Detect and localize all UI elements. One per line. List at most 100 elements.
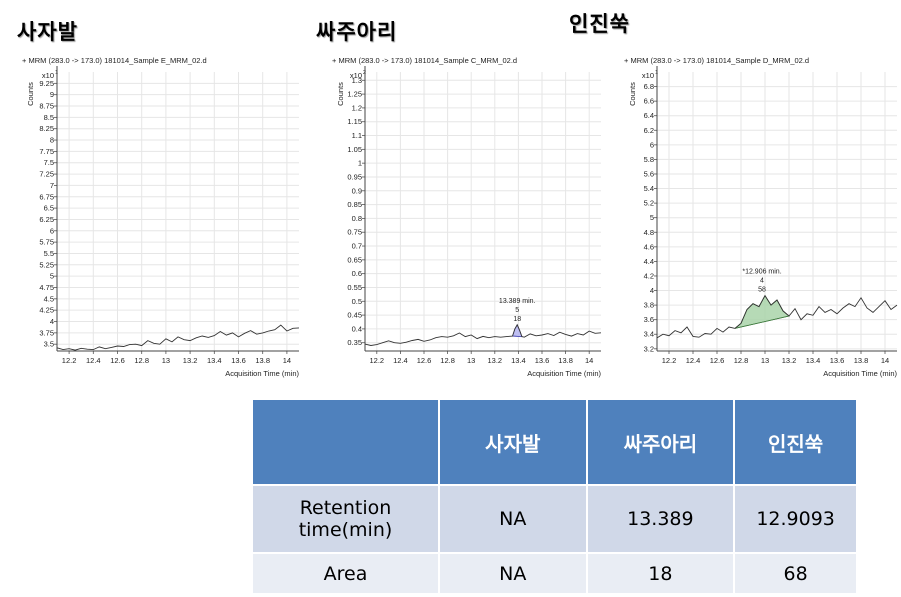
- row-label-area: Area: [250, 552, 441, 595]
- table-cell: 68: [733, 552, 858, 595]
- peak-baseline: [512, 335, 522, 338]
- y-tick-label: 0.85: [347, 200, 362, 209]
- y-tick-label: 6: [650, 140, 654, 149]
- y-tick-label: 3.75: [39, 328, 54, 337]
- row-label-line: Retention: [299, 497, 392, 519]
- header-cell-injinssuk: 인진쑥: [733, 398, 858, 486]
- y-tick-label: 7.5: [44, 158, 54, 167]
- chromatogram-svg: + MRM (283.0 -> 173.0) 181014_Sample E_M…: [22, 56, 299, 378]
- y-tick-label: 1.3: [352, 76, 362, 85]
- y-tick-label: 0.75: [347, 228, 362, 237]
- y-tick-label: 3.6: [644, 315, 654, 324]
- x-tick-label: 13: [467, 356, 475, 365]
- table-cell: NA: [438, 484, 588, 554]
- y-tick-label: 5.8: [644, 155, 654, 164]
- chromatogram-svg: + MRM (283.0 -> 173.0) 181014_Sample C_M…: [332, 56, 601, 378]
- chart-title: + MRM (283.0 -> 173.0) 181014_Sample D_M…: [624, 56, 809, 65]
- row-label-line: time(min): [298, 519, 393, 541]
- x-tick-label: 13.8: [854, 356, 869, 365]
- y-tick-label: 5.75: [39, 238, 54, 247]
- y-tick-label: 3.4: [644, 330, 654, 339]
- y-tick-label: 1.2: [352, 103, 362, 112]
- header-cell-sajabal: 사자발: [438, 398, 588, 486]
- table-row-area: Area NA 18 68: [250, 552, 858, 595]
- peak-area-label: 18: [513, 316, 521, 323]
- y-axis-label: Counts: [336, 82, 345, 106]
- y-tick-label: 8.25: [39, 124, 54, 133]
- y-tick-label: 8: [50, 136, 54, 145]
- y-tick-label: 1: [358, 159, 362, 168]
- x-tick-label: 13: [162, 356, 170, 365]
- table-cell: 18: [585, 552, 736, 595]
- y-tick-label: 4.2: [644, 271, 654, 280]
- x-tick-label: 12.8: [440, 356, 455, 365]
- y-tick-label: 4.5: [44, 294, 54, 303]
- y-tick-label: 5.25: [39, 260, 54, 269]
- table-cell: 13.389: [585, 484, 736, 554]
- y-tick-label: 6.2: [644, 126, 654, 135]
- x-tick-label: 13.8: [255, 356, 270, 365]
- y-tick-label: 4: [650, 286, 654, 295]
- y-tick-label: 6.5: [44, 204, 54, 213]
- y-tick-label: 7: [50, 181, 54, 190]
- x-tick-label: 13.4: [207, 356, 222, 365]
- y-scale-label: x10: [642, 71, 654, 80]
- x-tick-label: 12.6: [417, 356, 432, 365]
- y-tick-label: 6.25: [39, 215, 54, 224]
- table-cell: 12.9093: [733, 484, 858, 554]
- row-label-retention-time: Retention time(min): [250, 484, 441, 554]
- y-tick-label: 3.8: [644, 301, 654, 310]
- y-tick-label: 7.75: [39, 147, 54, 156]
- results-table: 사자발 싸주아리 인진쑥 Retention time(min) NA 13.3…: [250, 398, 858, 595]
- x-tick-label: 14: [881, 356, 889, 365]
- x-tick-label: 12.2: [62, 356, 77, 365]
- x-axis-label: Acquisition Time (min): [225, 369, 299, 378]
- y-tick-label: 9.25: [39, 79, 54, 88]
- table-header-row: 사자발 싸주아리 인진쑥: [250, 398, 858, 486]
- y-tick-label: 5.6: [644, 169, 654, 178]
- x-axis-label: Acquisition Time (min): [527, 369, 601, 378]
- x-tick-label: 12.6: [110, 356, 125, 365]
- y-tick-label: 4.8: [644, 228, 654, 237]
- x-tick-label: 12.4: [686, 356, 701, 365]
- peak-label-line2: 4: [760, 278, 764, 285]
- y-tick-label: 0.5: [352, 297, 362, 306]
- y-tick-label: 1.05: [347, 145, 362, 154]
- header-cell-ssajuari: 싸주아리: [585, 398, 736, 486]
- x-tick-label: 13.4: [806, 356, 821, 365]
- y-tick-label: 8.75: [39, 102, 54, 111]
- chart-title: + MRM (283.0 -> 173.0) 181014_Sample E_M…: [22, 56, 207, 65]
- table-cell: NA: [438, 552, 588, 595]
- x-tick-label: 12.4: [86, 356, 101, 365]
- y-tick-label: 1.25: [347, 90, 362, 99]
- x-tick-label: 12.8: [734, 356, 749, 365]
- peak-label-line2: 5: [515, 307, 519, 314]
- y-tick-label: 5.4: [644, 184, 654, 193]
- table-row-retention-time: Retention time(min) NA 13.389 12.9093: [250, 484, 858, 554]
- chromatogram-svg: + MRM (283.0 -> 173.0) 181014_Sample D_M…: [624, 56, 897, 378]
- y-tick-label: 1.15: [347, 117, 362, 126]
- y-tick-label: 9: [50, 90, 54, 99]
- y-tick-label: 6.6: [644, 97, 654, 106]
- y-tick-label: 0.55: [347, 283, 362, 292]
- x-tick-label: 13.2: [487, 356, 502, 365]
- y-tick-label: 3.5: [44, 340, 54, 349]
- y-tick-label: 3.2: [644, 344, 654, 353]
- y-tick-label: 6.4: [644, 111, 654, 120]
- y-tick-label: 1.1: [352, 131, 362, 140]
- y-tick-label: 5.2: [644, 199, 654, 208]
- y-tick-label: 0.8: [352, 214, 362, 223]
- chromatogram-sample-d: + MRM (283.0 -> 173.0) 181014_Sample D_M…: [622, 54, 901, 382]
- y-tick-label: 4.25: [39, 306, 54, 315]
- sample-title-ssajuari: 싸주아리: [316, 20, 398, 44]
- header-cell-empty: [250, 398, 441, 486]
- y-tick-label: 5.5: [44, 249, 54, 258]
- x-tick-label: 12.8: [134, 356, 149, 365]
- y-tick-label: 6: [50, 226, 54, 235]
- chart-title: + MRM (283.0 -> 173.0) 181014_Sample C_M…: [332, 56, 517, 65]
- x-tick-label: 12.2: [662, 356, 677, 365]
- x-tick-label: 14: [585, 356, 593, 365]
- y-tick-label: 0.65: [347, 255, 362, 264]
- x-tick-label: 12.6: [710, 356, 725, 365]
- y-axis-label: Counts: [26, 82, 35, 106]
